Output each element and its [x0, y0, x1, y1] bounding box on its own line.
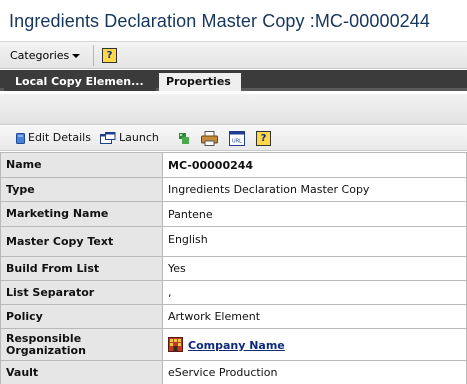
action-toolbar: Edit Details Launch URL ? [0, 126, 467, 151]
table-row: List Separator , [0, 280, 467, 305]
url-icon[interactable]: URL [229, 131, 245, 146]
categories-label: Categories [10, 49, 70, 62]
tab-local-copy-elements[interactable]: Local Copy Elemen... [4, 72, 156, 91]
toolbar-help-icon[interactable]: ? [256, 131, 271, 146]
tab-properties[interactable]: Properties [159, 73, 241, 91]
print-icon[interactable] [201, 131, 218, 146]
property-value: , [162, 280, 467, 305]
property-key: List Separator [0, 280, 163, 305]
property-value: MC-00000244 [162, 152, 467, 178]
svg-text:URL: URL [232, 139, 242, 145]
table-row: Policy Artwork Element [0, 304, 467, 329]
property-value: Pantene [162, 201, 467, 227]
property-value: Ingredients Declaration Master Copy [162, 177, 467, 202]
property-value: English [162, 226, 467, 257]
categories-menu[interactable]: Categories [10, 49, 81, 62]
property-key: Type [0, 177, 163, 202]
table-row: Vault eService Production [0, 360, 467, 384]
organization-link[interactable]: Company Name [188, 339, 285, 352]
table-row: Marketing Name Pantene [0, 201, 467, 227]
table-row: Build From List Yes [0, 256, 467, 281]
edit-icon[interactable] [16, 133, 25, 144]
property-key: Marketing Name [0, 201, 163, 227]
table-row: Master Copy Text English [0, 226, 467, 257]
property-value: Yes [162, 256, 467, 281]
property-key: Vault [0, 360, 163, 384]
help-icon[interactable]: ? [102, 48, 117, 63]
properties-table: Name MC-00000244 Type Ingredients Declar… [0, 152, 467, 384]
table-row: Name MC-00000244 [0, 152, 467, 178]
property-value: Artwork Element [162, 304, 467, 329]
page-title: Ingredients Declaration Master Copy :MC-… [9, 11, 431, 31]
table-row: Responsible Organization Company Name [0, 328, 467, 361]
sub-toolbar [0, 94, 467, 125]
organization-icon [168, 337, 183, 352]
property-key: Name [0, 152, 163, 178]
edit-details-button[interactable]: Edit Details [28, 131, 91, 144]
bookmark-icon[interactable] [178, 132, 190, 146]
property-value: eService Production [162, 360, 467, 384]
property-value: Company Name [162, 328, 467, 361]
property-key: Build From List [0, 256, 163, 281]
chevron-down-icon [72, 54, 81, 58]
launch-icon[interactable] [100, 132, 116, 145]
property-key: Responsible Organization [0, 328, 163, 361]
menu-divider [93, 45, 94, 66]
table-row: Type Ingredients Declaration Master Copy [0, 177, 467, 202]
property-key: Master Copy Text [0, 226, 163, 257]
launch-button[interactable]: Launch [119, 131, 159, 144]
tab-bar: Local Copy Elemen... Properties [0, 70, 467, 91]
page-header: Ingredients Declaration Master Copy :MC-… [0, 0, 467, 40]
property-key: Policy [0, 304, 163, 329]
menu-bar: Categories ? [0, 41, 467, 69]
